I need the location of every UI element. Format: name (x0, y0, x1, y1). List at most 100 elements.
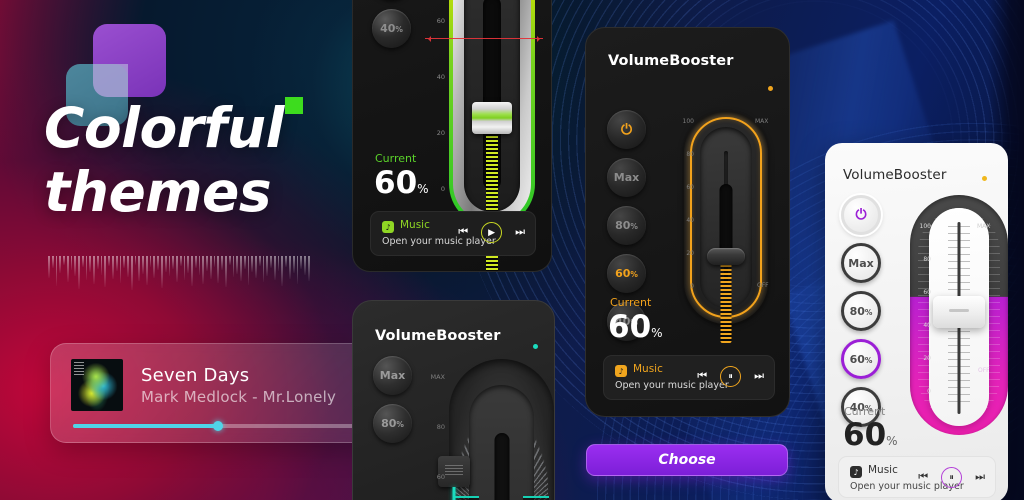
scale-tick: 40 (923, 322, 931, 329)
preset-knob-80-teal[interactable]: 80% (373, 404, 412, 443)
music-controls: ⏮ ⏸ ⏭ (697, 366, 764, 387)
pause-button[interactable]: ⏸ (941, 467, 963, 488)
theme-card-teal[interactable]: VolumeBooster Max 80% MAX806040 (352, 300, 555, 500)
scale-tick: 20 (436, 129, 445, 137)
page-title: Colorful themes (44, 96, 284, 224)
volume-slider-orange[interactable] (684, 111, 768, 343)
slider-bezel (453, 0, 531, 271)
music-player-bar-green[interactable]: ♪ Music Open your music player ⏮ ▶ ⏭ (370, 211, 536, 256)
preset-knob-max-white[interactable]: Max (841, 243, 881, 283)
scale-tick: 40 (686, 217, 694, 224)
scale-tick: 80 (923, 256, 931, 263)
slider-handle[interactable] (933, 296, 985, 328)
pause-button[interactable]: ⏸ (720, 366, 742, 387)
theme-card-orange[interactable]: VolumeBooster ⏻ Max 80% 60% 40% 100 80 6… (585, 27, 790, 417)
music-note-icon: ♪ (615, 365, 627, 377)
track-progress-fill (73, 424, 219, 428)
scale-tick: 20 (923, 355, 931, 362)
current-unit: % (651, 326, 663, 340)
next-track-icon[interactable]: ⏭ (975, 472, 985, 483)
track-progress-handle[interactable] (213, 421, 223, 431)
now-playing-card[interactable]: Seven Days Mark Medlock - Mr.Lonely (50, 343, 375, 443)
preset-knob-label: 60 (615, 267, 631, 280)
slider-max-label-white: MAX (977, 223, 991, 230)
music-label: Music (868, 464, 898, 476)
scale-tick: 0 (440, 185, 445, 193)
slider-indicator-line (425, 36, 543, 42)
track-progress-slider[interactable] (73, 421, 356, 431)
power-button-orange[interactable]: ⏻ (607, 110, 646, 149)
choose-button[interactable]: Choose (586, 444, 788, 476)
theme-card-green[interactable]: VolumeBooster Max 80% 60% 40% (352, 0, 552, 272)
preset-knob-max-teal[interactable]: Max (373, 356, 412, 395)
slider-scale-green: 806040200 (429, 0, 445, 213)
music-label: Music (633, 363, 663, 375)
power-icon: ⏻ (855, 207, 867, 223)
play-button[interactable]: ▶ (481, 222, 503, 243)
track-subtitle: Mark Medlock - Mr.Lonely (141, 388, 337, 406)
preset-knob-80-white[interactable]: 80% (841, 291, 881, 331)
slider-stem (452, 487, 455, 500)
previous-track-icon[interactable]: ⏮ (918, 472, 928, 483)
preset-knob-label: 40 (380, 22, 396, 35)
current-label-orange: Current (610, 296, 652, 309)
slider-bezel (700, 127, 752, 343)
power-button-white[interactable]: ⏻ (841, 195, 881, 235)
previous-track-icon[interactable]: ⏮ (458, 227, 468, 238)
preset-knob-column-white: ⏻ Max 80% 60% 40% (841, 195, 881, 427)
current-number: 60 (843, 417, 887, 453)
status-dot-teal (533, 344, 538, 349)
scale-tick: 60 (436, 17, 445, 25)
current-number: 60 (608, 309, 652, 345)
preset-knob-column-green: Max 80% 60% 40% (372, 0, 411, 48)
slider-max-label-orange: MAX (755, 118, 769, 125)
percent-sign: % (630, 222, 638, 231)
accent-square-icon (285, 97, 303, 114)
slider-level-ladder (720, 261, 732, 343)
slider-handle[interactable] (472, 102, 512, 134)
preset-knob-60-white[interactable]: 60% (841, 339, 881, 379)
app-title-teal: VolumeBooster (375, 328, 501, 344)
preset-knob-label: 80 (615, 219, 631, 232)
preset-knob-max-orange[interactable]: Max (607, 158, 646, 197)
preset-knob-40-green[interactable]: 40% (372, 9, 411, 48)
percent-sign: % (396, 420, 404, 429)
current-value-orange: 60% (608, 309, 663, 345)
music-player-bar-orange[interactable]: ♪ Music Open your music player ⏮ ⏸ ⏭ (603, 355, 775, 400)
scale-tick: 60 (686, 184, 694, 191)
scale-tick: 60 (923, 289, 931, 296)
slider-slot (494, 433, 509, 500)
next-track-icon[interactable]: ⏭ (754, 371, 764, 382)
slider-well-white (929, 208, 989, 426)
slider-scale-white: 100 80 60 40 20 0 (913, 223, 931, 395)
scale-tick: MAX (430, 373, 445, 381)
preset-knob-80-orange[interactable]: 80% (607, 206, 646, 245)
promo-banner: Colorful themes Seven Days Mark Medlock … (0, 0, 1024, 500)
music-player-bar-white[interactable]: ♪ Music Open your music player ⏮ ⏸ ⏭ (838, 456, 996, 498)
slider-well (464, 0, 520, 271)
preset-knob-column-teal: Max 80% (373, 356, 412, 443)
scale-tick: 40 (436, 73, 445, 81)
current-value-white: 60% (843, 417, 898, 453)
music-controls: ⏮ ▶ ⏭ (458, 222, 525, 243)
current-label-green: Current (375, 152, 417, 165)
current-unit: % (417, 182, 429, 196)
music-note-icon: ♪ (382, 221, 394, 233)
slider-handle[interactable] (707, 248, 745, 265)
equalizer-decoration (48, 256, 310, 318)
track-title: Seven Days (141, 365, 250, 386)
slider-level-bars-right (523, 496, 549, 500)
slider-well (707, 151, 745, 343)
percent-sign: % (395, 25, 403, 34)
theme-card-white[interactable]: VolumeBooster ⏻ Max 80% 60% 40% 100 80 6… (825, 143, 1008, 500)
music-controls: ⏮ ⏸ ⏭ (918, 467, 985, 488)
next-track-icon[interactable]: ⏭ (515, 227, 525, 238)
volume-slider-green[interactable] (449, 0, 535, 271)
preset-knob-60-orange[interactable]: 60% (607, 254, 646, 293)
status-dot-orange (768, 86, 773, 91)
music-label: Music (400, 219, 430, 231)
previous-track-icon[interactable]: ⏮ (697, 371, 707, 382)
app-title-white: VolumeBooster (843, 167, 947, 183)
scale-tick: 100 (682, 118, 694, 125)
current-number: 60 (374, 165, 418, 201)
